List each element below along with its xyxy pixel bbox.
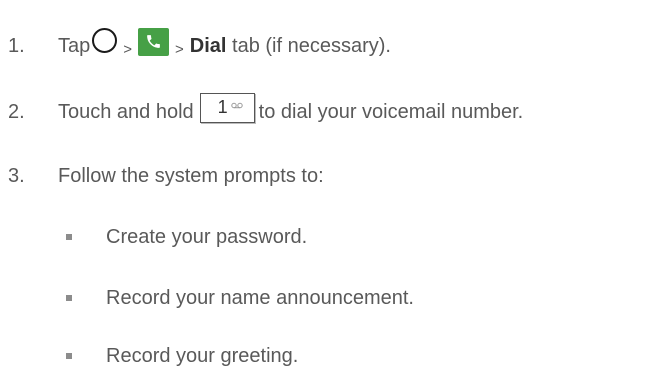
touch-hold-text: Touch and hold: [58, 100, 194, 123]
phone-handset-icon: [147, 35, 160, 48]
dial-tab-label: Dial: [189, 34, 227, 57]
step-number: 2.: [8, 100, 25, 123]
key-digit: 1: [217, 97, 228, 117]
dialpad-key-1: 1: [199, 93, 255, 123]
separator: >: [175, 40, 184, 58]
bullet: [66, 234, 72, 240]
bullet: [66, 295, 72, 301]
sub-step-text: Record your greeting.: [106, 344, 299, 367]
step-number: 3.: [8, 164, 25, 187]
separator: >: [123, 40, 133, 58]
dial-voicemail-text: to dial your voicemail number.: [258, 100, 524, 123]
sub-step-text: Create your password.: [106, 225, 308, 248]
phone-app-icon: [138, 28, 170, 56]
step-number: 1.: [8, 34, 25, 57]
bullet: [66, 353, 72, 359]
tap-text: Tap: [58, 34, 91, 57]
step-content: Tap > > Dial tab (if necessary).: [58, 27, 391, 60]
home-circle-icon: [92, 27, 118, 53]
step-content: Touch and hold 1 to dial your voicemail …: [58, 93, 524, 127]
dial-tab-text: tab (if necessary).: [226, 34, 391, 57]
voicemail-icon: [230, 102, 243, 109]
step-text: Follow the system prompts to:: [58, 164, 324, 187]
sub-step-text: Record your name announcement.: [106, 286, 414, 309]
